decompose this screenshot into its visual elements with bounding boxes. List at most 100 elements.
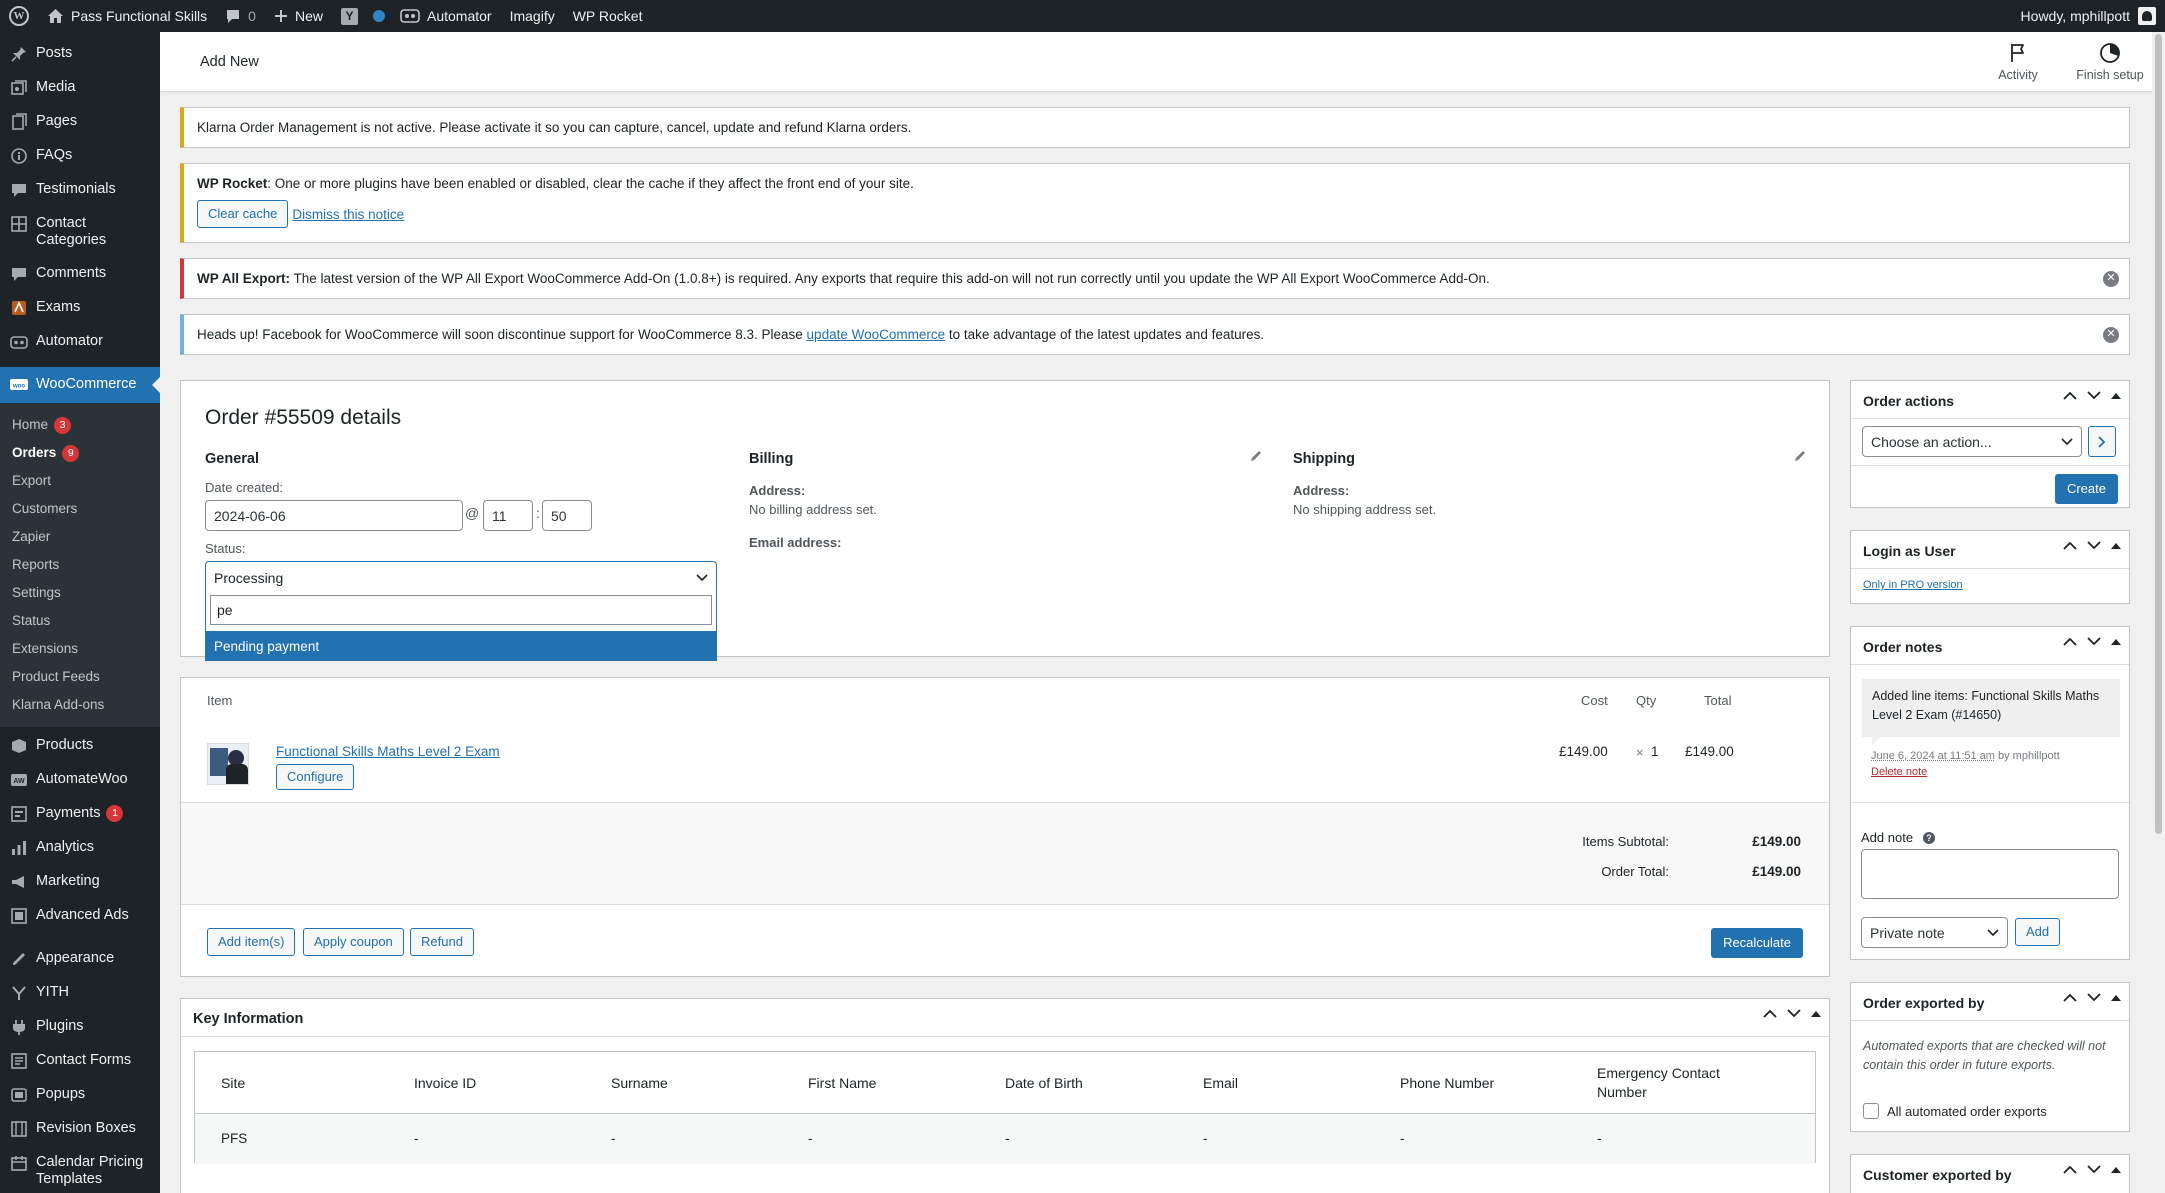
sidebar-item-contact-forms[interactable]: Contact Forms	[0, 1044, 160, 1078]
configure-button[interactable]: Configure	[276, 764, 354, 790]
hour-input[interactable]: 11	[483, 500, 533, 531]
chevron-down-icon[interactable]	[2087, 1165, 2101, 1174]
flag-icon	[2008, 42, 2028, 64]
collapse-toggle-icon[interactable]	[2111, 542, 2121, 549]
grid-icon	[10, 215, 28, 233]
submenu-item-orders[interactable]: Orders 9	[0, 439, 160, 467]
pro-version-link[interactable]: Only in PRO version	[1863, 579, 1963, 591]
chevron-down-icon[interactable]	[2087, 541, 2101, 550]
key-information-table: Site Invoice ID Surname First Name Date of B…	[194, 1051, 1816, 1163]
recalculate-button[interactable]: Recalculate	[1711, 928, 1803, 958]
note-type-select[interactable]: Private note	[1861, 917, 2008, 948]
date-created-input[interactable]: 2024-06-06	[205, 500, 463, 531]
collapse-toggle-icon[interactable]	[1811, 1010, 1821, 1017]
chevron-up-icon[interactable]	[1763, 1009, 1777, 1018]
sidebar-item-comments[interactable]: Comments	[0, 257, 160, 291]
chevron-down-icon[interactable]	[2087, 391, 2101, 400]
create-button[interactable]: Create	[2055, 474, 2118, 504]
dismiss-close-icon[interactable]: ✕	[2103, 327, 2119, 343]
dismiss-notice-link[interactable]: Dismiss this notice	[292, 207, 404, 222]
notification-badge: 3	[54, 417, 71, 434]
automator-link[interactable]: Automator	[391, 0, 501, 32]
chevron-down-icon[interactable]	[1787, 1009, 1801, 1018]
sidebar-item-advanced-ads[interactable]: Advanced Ads	[0, 899, 160, 933]
sidebar-item-plugins[interactable]: Plugins	[0, 1010, 160, 1044]
submenu-item-settings[interactable]: Settings	[0, 579, 160, 607]
submenu-item-reports[interactable]: Reports	[0, 551, 160, 579]
sidebar-item-faqs[interactable]: FAQs	[0, 139, 160, 173]
add-note-button[interactable]: Add	[2015, 918, 2060, 946]
submenu-item-klarna-add-ons[interactable]: Klarna Add-ons	[0, 691, 160, 719]
submenu-item-export[interactable]: Export	[0, 467, 160, 495]
submenu-item-zapier[interactable]: Zapier	[0, 523, 160, 551]
chevron-up-icon[interactable]	[2063, 391, 2077, 400]
sidebar-item-revision-boxes[interactable]: Revision Boxes	[0, 1112, 160, 1146]
product-name-link[interactable]: Functional Skills Maths Level 2 Exam	[276, 744, 500, 759]
submenu-item-home[interactable]: Home 3	[0, 411, 160, 439]
minute-input[interactable]: 50	[542, 500, 592, 531]
update-woocommerce-link[interactable]: update WooCommerce	[807, 327, 946, 342]
chevron-down-icon[interactable]	[2087, 993, 2101, 1002]
chevron-up-icon[interactable]	[2063, 1165, 2077, 1174]
sidebar-item-media[interactable]: Media	[0, 71, 160, 105]
chevron-up-icon[interactable]	[2063, 993, 2077, 1002]
sidebar-item-automator[interactable]: Automator	[0, 325, 160, 359]
status-dot[interactable]	[367, 0, 391, 32]
submenu-item-customers[interactable]: Customers	[0, 495, 160, 523]
activity-button[interactable]: Activity	[1978, 42, 2058, 82]
refund-button[interactable]: Refund	[410, 928, 474, 956]
submenu-item-extensions[interactable]: Extensions	[0, 635, 160, 663]
submenu-item-status[interactable]: Status	[0, 607, 160, 635]
sidebar-item-posts[interactable]: Posts	[0, 37, 160, 71]
imagify-link[interactable]: Imagify	[501, 0, 564, 32]
sidebar-item-testimonials[interactable]: Testimonials	[0, 173, 160, 207]
pencil-icon[interactable]	[1249, 449, 1263, 463]
dismiss-close-icon[interactable]: ✕	[2103, 271, 2119, 287]
yoast-menu[interactable]: Y	[332, 0, 367, 32]
sidebar-item-payments[interactable]: Payments 1	[0, 797, 160, 831]
add-note-textarea[interactable]	[1861, 849, 2119, 899]
clear-cache-button[interactable]: Clear cache	[197, 200, 288, 228]
sidebar-item-woocommerce[interactable]: woo WooCommerce	[0, 367, 160, 403]
order-action-select[interactable]: Choose an action...	[1862, 426, 2082, 457]
sidebar-item-pages[interactable]: Pages	[0, 105, 160, 139]
my-account-link[interactable]: Howdy, mphillpott	[2012, 0, 2165, 32]
automated-exports-checkbox[interactable]	[1863, 1103, 1879, 1119]
collapse-toggle-icon[interactable]	[2111, 638, 2121, 645]
sidebar-item-products[interactable]: Products	[0, 729, 160, 763]
comments-link[interactable]: 0	[216, 0, 265, 32]
scrollbar-thumb[interactable]	[2155, 34, 2162, 834]
wordpress-logo-icon[interactable]: W	[0, 0, 38, 32]
collapse-toggle-icon[interactable]	[2111, 994, 2121, 1001]
chevron-down-icon[interactable]	[2087, 637, 2101, 646]
sidebar-item-analytics[interactable]: Analytics	[0, 831, 160, 865]
chevron-up-icon[interactable]	[2063, 541, 2077, 550]
submenu-item-product-feeds[interactable]: Product Feeds	[0, 663, 160, 691]
collapse-toggle-icon[interactable]	[2111, 392, 2121, 399]
status-option-pending-payment[interactable]: Pending payment	[206, 631, 716, 661]
sidebar-item-contact-categories[interactable]: Contact Categories	[0, 207, 160, 257]
help-icon[interactable]: ?	[1923, 832, 1935, 844]
site-name-link[interactable]: Pass Functional Skills	[38, 0, 216, 32]
page-scrollbar[interactable]	[2152, 32, 2165, 1193]
status-select[interactable]: Processing	[205, 561, 717, 593]
apply-coupon-button[interactable]: Apply coupon	[303, 928, 404, 956]
wp-rocket-link[interactable]: WP Rocket	[564, 0, 652, 32]
chevron-up-icon[interactable]	[2063, 637, 2077, 646]
sidebar-item-popups[interactable]: Popups	[0, 1078, 160, 1112]
sidebar-item-appearance[interactable]: Appearance	[0, 942, 160, 976]
sidebar-item-exams[interactable]: Exams	[0, 291, 160, 325]
apply-action-button[interactable]	[2088, 426, 2116, 457]
pencil-icon[interactable]	[1793, 449, 1807, 463]
add-items-button[interactable]: Add item(s)	[207, 928, 295, 956]
status-search-input[interactable]: pe	[210, 595, 712, 625]
new-content-link[interactable]: New	[265, 0, 332, 32]
finish-setup-button[interactable]: Finish setup	[2060, 42, 2160, 82]
delete-note-link[interactable]: Delete note	[1871, 766, 1927, 778]
sidebar-item-marketing[interactable]: Marketing	[0, 865, 160, 899]
collapse-toggle-icon[interactable]	[2111, 1166, 2121, 1173]
sidebar-item-automatewoo[interactable]: AW AutomateWoo	[0, 763, 160, 797]
sidebar-item-yith[interactable]: YITH	[0, 976, 160, 1010]
sidebar-item-calendar-pricing-templates[interactable]: Calendar Pricing Templates	[0, 1146, 160, 1193]
automatewoo-icon: AW	[10, 771, 28, 789]
